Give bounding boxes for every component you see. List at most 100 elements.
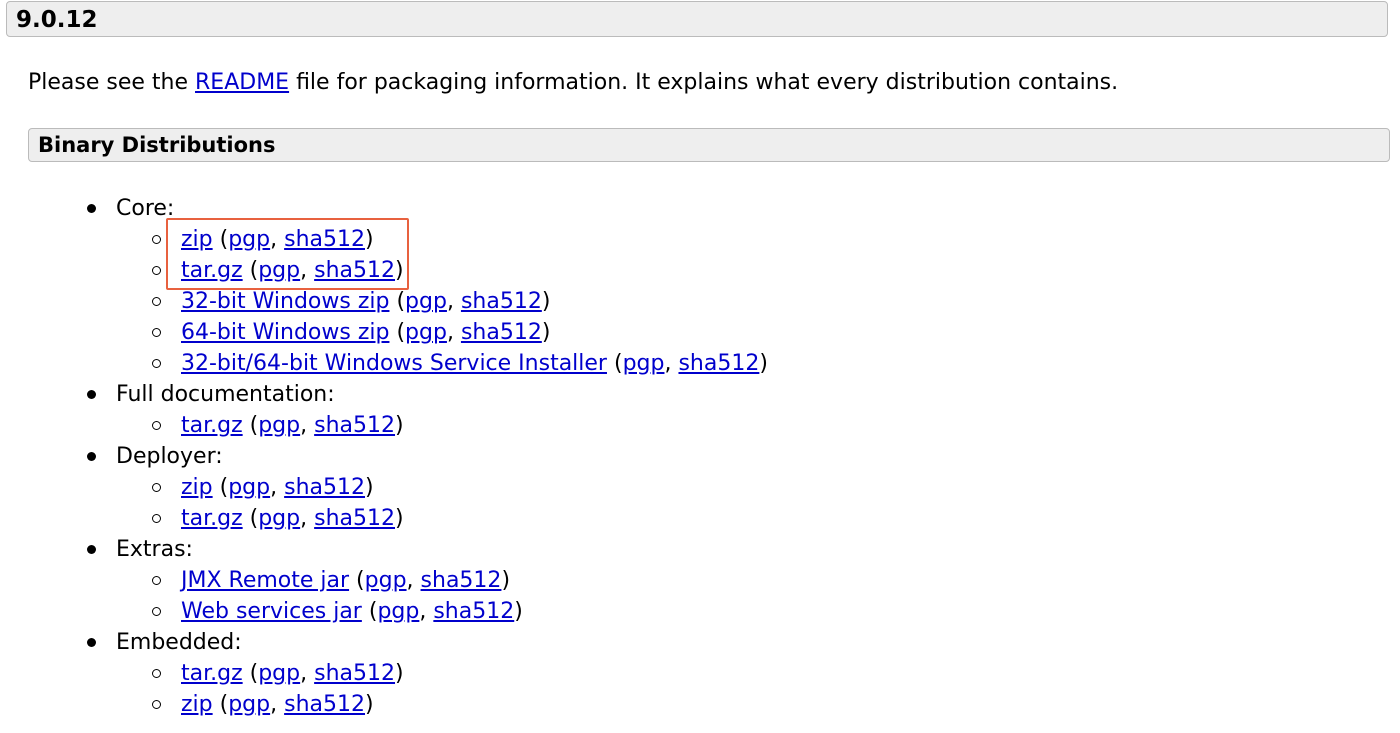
close-paren: ) (541, 289, 551, 314)
download-item: tar.gz (pgp, sha512) (116, 503, 768, 534)
download-link[interactable]: Web services jar (181, 599, 362, 624)
open-paren: ( (242, 506, 259, 531)
intro-text-after: file for packaging information. It expla… (289, 70, 1119, 95)
sha512-link[interactable]: sha512 (314, 413, 395, 438)
sha512-link[interactable]: sha512 (421, 568, 502, 593)
intro-text-before: Please see the (28, 70, 196, 95)
pgp-link[interactable]: pgp (258, 413, 300, 438)
distribution-group: Full documentation: tar.gz (pgp, sha512) (0, 379, 768, 441)
intro-paragraph: Please see the README file for packaging… (28, 68, 1118, 98)
sha512-link[interactable]: sha512 (284, 475, 365, 500)
open-paren: ( (606, 351, 623, 376)
close-paren: ) (395, 506, 404, 531)
separator: , (406, 568, 421, 593)
close-paren: ) (759, 351, 768, 376)
download-link[interactable]: tar.gz (181, 661, 243, 686)
pgp-link[interactable]: pgp (377, 599, 419, 624)
pgp-link[interactable]: pgp (258, 661, 300, 686)
close-paren: ) (501, 568, 511, 593)
close-paren: ) (365, 227, 374, 252)
separator: , (300, 258, 315, 283)
pgp-link[interactable]: pgp (258, 506, 300, 531)
open-paren: ( (242, 661, 259, 686)
separator: , (446, 320, 461, 345)
group-label: Core: (116, 196, 175, 221)
pgp-link[interactable]: pgp (405, 289, 447, 314)
download-link[interactable]: tar.gz (181, 506, 243, 531)
group-label: Embedded: (116, 630, 242, 655)
close-paren: ) (395, 413, 404, 438)
download-item: 64-bit Windows zip (pgp, sha512) (116, 317, 768, 348)
distribution-group: Extras: JMX Remote jar (pgp, sha512) Web s… (0, 534, 768, 627)
distribution-group: Deployer: zip (pgp, sha512) tar.gz (pgp, s… (0, 441, 768, 534)
download-link[interactable]: JMX Remote jar (181, 568, 349, 593)
download-item: JMX Remote jar (pgp, sha512) (116, 565, 768, 596)
sha512-link[interactable]: sha512 (314, 661, 395, 686)
sha512-link[interactable]: sha512 (461, 320, 542, 345)
close-paren: ) (514, 599, 523, 624)
group-label: Full documentation: (116, 382, 335, 407)
sha512-link[interactable]: sha512 (284, 692, 365, 717)
download-link[interactable]: zip (181, 227, 213, 252)
download-link[interactable]: tar.gz (181, 258, 243, 283)
open-paren: ( (212, 692, 229, 717)
close-paren: ) (395, 258, 404, 283)
close-paren: ) (365, 475, 374, 500)
download-page: 9.0.12 Please see the README file for pa… (0, 0, 1400, 733)
separator: , (270, 227, 285, 252)
sha512-link[interactable]: sha512 (284, 227, 365, 252)
download-item: tar.gz (pgp, sha512) (116, 410, 768, 441)
pgp-link[interactable]: pgp (405, 320, 447, 345)
download-link[interactable]: 32-bit Windows zip (181, 289, 389, 314)
sha512-link[interactable]: sha512 (314, 258, 395, 283)
separator: , (419, 599, 434, 624)
open-paren: ( (242, 258, 259, 283)
close-paren: ) (365, 692, 374, 717)
download-sublist: tar.gz (pgp, sha512) zip (pgp, sha512) (116, 658, 768, 720)
download-sublist: tar.gz (pgp, sha512) (116, 410, 768, 441)
open-paren: ( (361, 599, 378, 624)
open-paren: ( (349, 568, 365, 593)
close-paren: ) (395, 661, 404, 686)
group-label: Extras: (116, 537, 193, 562)
download-item: tar.gz (pgp, sha512) (116, 658, 768, 689)
download-item: tar.gz (pgp, sha512) (116, 255, 768, 286)
pgp-link[interactable]: pgp (623, 351, 665, 376)
group-label: Deployer: (116, 444, 223, 469)
download-sublist: JMX Remote jar (pgp, sha512) Web services… (116, 565, 768, 627)
sha512-link[interactable]: sha512 (461, 289, 542, 314)
open-paren: ( (389, 320, 406, 345)
readme-link[interactable]: README (195, 70, 289, 95)
version-heading-text: 9.0.12 (16, 7, 98, 33)
section-heading-text: Binary Distributions (38, 133, 276, 157)
distribution-group: Embedded: tar.gz (pgp, sha512) zip (pgp, s… (0, 627, 768, 720)
pgp-link[interactable]: pgp (365, 568, 407, 593)
separator: , (300, 413, 315, 438)
download-item: zip (pgp, sha512) (116, 472, 768, 503)
distribution-group: Core: zip (pgp, sha512) tar.gz (pgp, sha51… (0, 193, 768, 379)
binary-distributions-heading: Binary Distributions (28, 128, 1390, 162)
separator: , (300, 661, 315, 686)
separator: , (270, 692, 285, 717)
pgp-link[interactable]: pgp (228, 227, 270, 252)
open-paren: ( (212, 475, 229, 500)
pgp-link[interactable]: pgp (228, 692, 270, 717)
separator: , (300, 506, 315, 531)
separator: , (664, 351, 679, 376)
download-link[interactable]: zip (181, 692, 213, 717)
pgp-link[interactable]: pgp (258, 258, 300, 283)
separator: , (446, 289, 461, 314)
download-item: 32-bit/64-bit Windows Service Installer … (116, 348, 768, 379)
download-item: zip (pgp, sha512) (116, 224, 768, 255)
open-paren: ( (242, 413, 259, 438)
sha512-link[interactable]: sha512 (314, 506, 395, 531)
pgp-link[interactable]: pgp (228, 475, 270, 500)
download-link[interactable]: tar.gz (181, 413, 243, 438)
download-link[interactable]: 64-bit Windows zip (181, 320, 389, 345)
sha512-link[interactable]: sha512 (433, 599, 514, 624)
download-link[interactable]: 32-bit/64-bit Windows Service Installer (181, 351, 607, 376)
distribution-list: Core: zip (pgp, sha512) tar.gz (pgp, sha51… (0, 193, 768, 720)
download-link[interactable]: zip (181, 475, 213, 500)
sha512-link[interactable]: sha512 (678, 351, 759, 376)
version-heading: 9.0.12 (6, 1, 1388, 37)
